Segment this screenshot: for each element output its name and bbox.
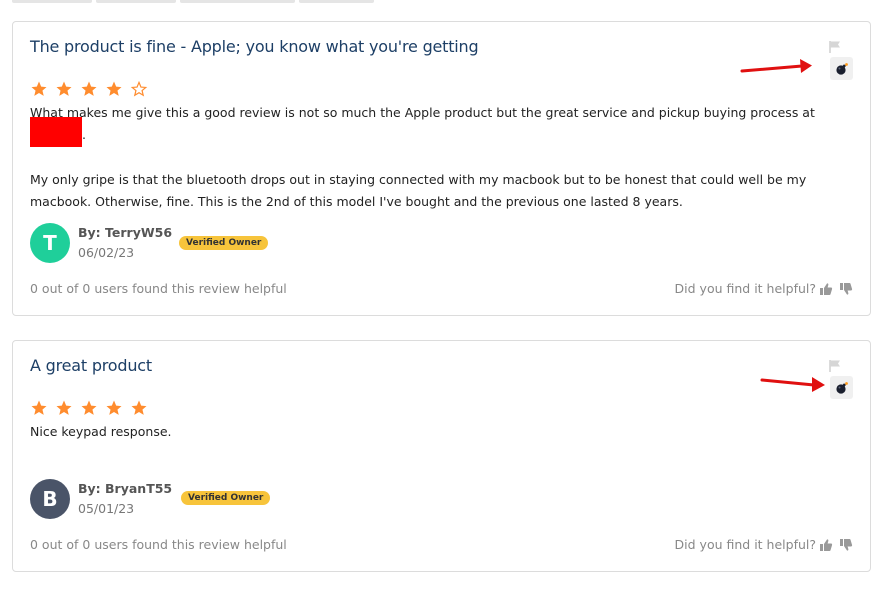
star-filled-icon: [55, 80, 73, 98]
helpful-count: 0 out of 0 users found this review helpf…: [30, 281, 287, 296]
star-filled-icon: [105, 80, 123, 98]
thumbs-down-icon[interactable]: [839, 538, 853, 552]
review-title: A great product: [30, 356, 152, 375]
star-filled-icon: [80, 80, 98, 98]
helpful-question: Did you find it helpful?: [674, 281, 816, 296]
avatar: B: [30, 479, 70, 519]
review-body: What makes me give this a good review is…: [30, 102, 860, 213]
verified-owner-badge: Verified Owner: [181, 491, 271, 505]
star-filled-icon: [105, 399, 123, 417]
redaction-box: [30, 116, 82, 147]
review-text: .: [82, 127, 86, 142]
annotation-arrow: [760, 377, 825, 392]
tab-3[interactable]: [180, 0, 295, 3]
flag-icon[interactable]: [828, 40, 842, 54]
author-name: By: TerryW56: [78, 225, 173, 240]
star-rating: [30, 80, 148, 102]
review-date: 05/01/23: [78, 501, 135, 516]
annotation-arrow: [740, 59, 812, 73]
review-text: What makes me give this a good review is…: [30, 105, 815, 120]
bomb-icon: [835, 381, 848, 394]
helpful-count: 0 out of 0 users found this review helpf…: [30, 537, 287, 552]
star-filled-icon: [55, 399, 73, 417]
top-tab-strip: [12, 0, 374, 3]
review-paragraph: What makes me give this a good review is…: [30, 102, 860, 147]
review-body: Nice keypad response.: [30, 421, 860, 443]
bomb-button[interactable]: [830, 57, 853, 80]
avatar: T: [30, 223, 70, 263]
review-paragraph: My only gripe is that the bluetooth drop…: [30, 171, 807, 209]
tab-1[interactable]: [12, 0, 92, 3]
tab-4[interactable]: [299, 0, 374, 3]
review-title: The product is fine - Apple; you know wh…: [30, 37, 479, 56]
bomb-icon: [835, 62, 848, 75]
star-rating: [30, 399, 148, 421]
thumbs-up-icon[interactable]: [819, 538, 833, 552]
flag-icon[interactable]: [828, 359, 842, 373]
thumbs-down-icon[interactable]: [839, 282, 853, 296]
star-filled-icon: [80, 399, 98, 417]
star-filled-icon: [130, 399, 148, 417]
review-date: 06/02/23: [78, 245, 135, 260]
author-name: By: BryanT55: [78, 481, 173, 496]
thumbs-up-icon[interactable]: [819, 282, 833, 296]
tab-2[interactable]: [96, 0, 176, 3]
star-filled-icon: [30, 80, 48, 98]
star-empty-icon: [130, 80, 148, 98]
review-card: A great product Nice keypad response. B …: [12, 340, 871, 572]
verified-owner-badge: Verified Owner: [179, 236, 269, 250]
bomb-button[interactable]: [830, 376, 853, 399]
helpful-question: Did you find it helpful?: [674, 537, 816, 552]
review-paragraph: Nice keypad response.: [30, 424, 172, 439]
star-filled-icon: [30, 399, 48, 417]
